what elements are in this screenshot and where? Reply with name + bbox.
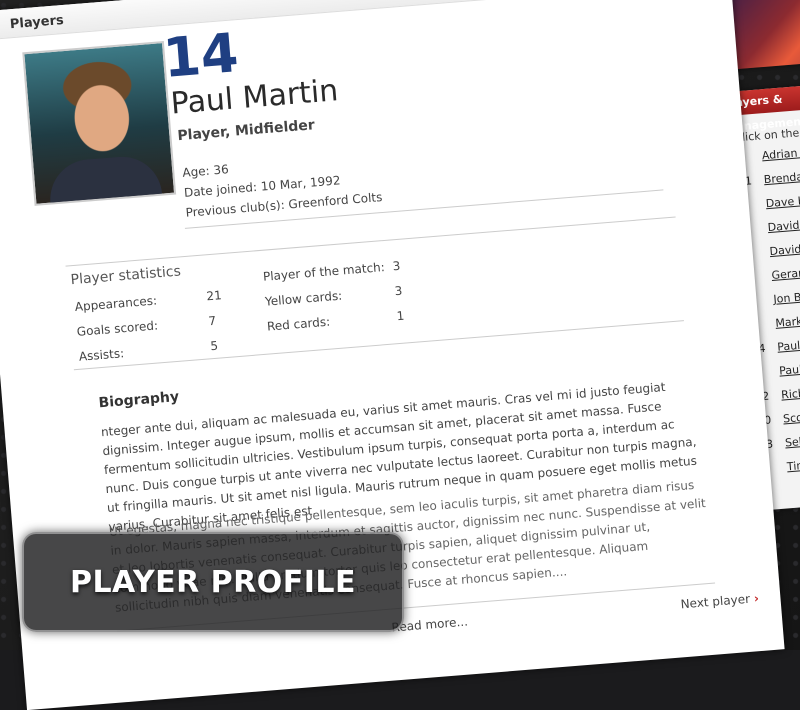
next-player-label: Next player — [680, 591, 751, 612]
appearances-value: 21 — [205, 288, 223, 304]
potm-value: 3 — [392, 258, 401, 274]
divider — [65, 216, 676, 267]
player-photo-shoulders — [47, 153, 163, 203]
assists-value: 5 — [209, 338, 219, 354]
player-photo — [22, 40, 177, 206]
potm-label: Player of the match: — [262, 260, 386, 284]
chevron-right-icon: › — [753, 591, 760, 606]
player-profile-badge: PLAYER PROFILE — [22, 532, 404, 632]
player-profile-badge-label: PLAYER PROFILE — [69, 564, 357, 600]
red-cards-label: Red cards: — [266, 314, 331, 334]
yellow-cards-value: 3 — [394, 283, 403, 299]
yellow-cards-label: Yellow cards: — [264, 288, 343, 309]
appearances-label: Appearances: — [74, 293, 158, 314]
card-header: Players — [0, 0, 731, 42]
goals-value: 7 — [207, 313, 217, 329]
card-header-title: Players — [9, 12, 65, 33]
player-number: 14 — [160, 21, 241, 90]
player-position: Player, Midfielder — [176, 117, 316, 145]
divider — [73, 320, 684, 371]
biography-title: Biography — [98, 388, 180, 412]
goals-label: Goals scored: — [76, 318, 159, 339]
red-cards-value: 1 — [396, 308, 405, 324]
assists-label: Assists: — [78, 346, 125, 364]
next-player-link[interactable]: Next player › — [680, 591, 759, 611]
stats-title: Player statistics — [70, 263, 182, 289]
player-age: Age: 36 — [181, 162, 230, 180]
